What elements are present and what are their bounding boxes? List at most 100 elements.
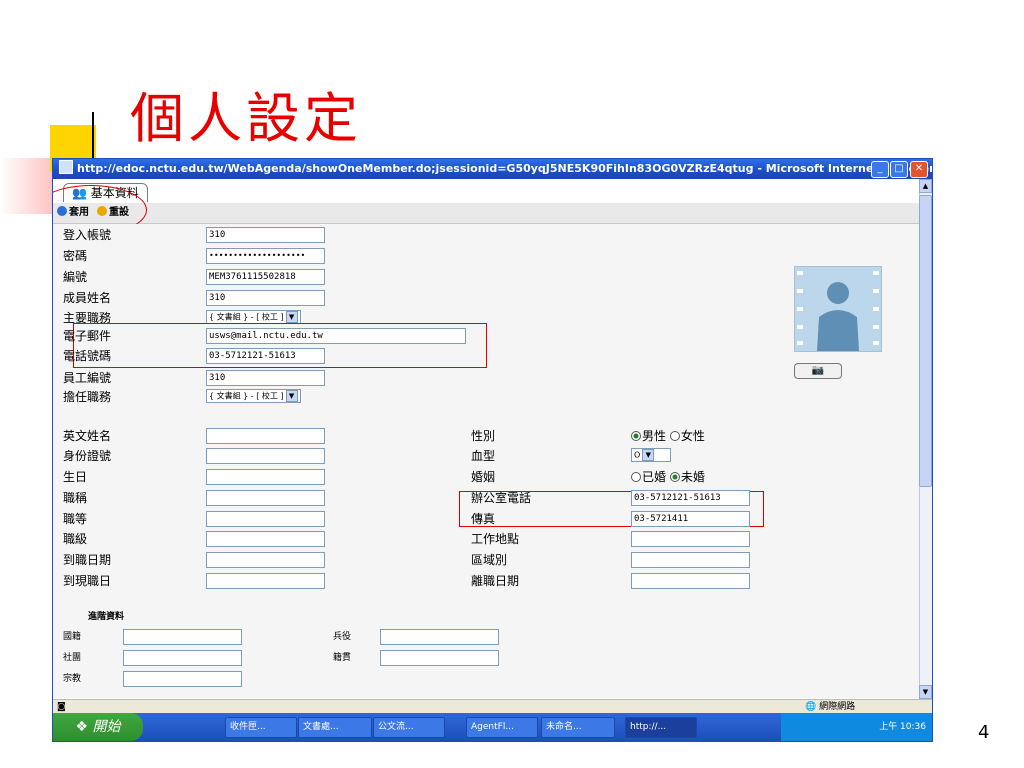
- marriage-single-radio[interactable]: [669, 472, 680, 482]
- fax-label: 傳真: [471, 512, 496, 526]
- employee-no-input[interactable]: 310: [206, 370, 325, 386]
- minimize-button[interactable]: _: [871, 161, 889, 178]
- taskbar-item[interactable]: 收件匣...: [225, 717, 297, 738]
- status-bar: ◙ 🌐 網際網路: [53, 699, 932, 714]
- hometown-input[interactable]: [380, 650, 499, 666]
- scroll-up-button[interactable]: ▲: [919, 179, 932, 193]
- title-input[interactable]: [206, 490, 325, 506]
- gender-options: 男性 女性: [631, 428, 705, 444]
- blood-type-value: O: [634, 450, 641, 460]
- work-place-input[interactable]: [631, 531, 750, 547]
- blood-type-select[interactable]: O ▼: [631, 448, 671, 462]
- gender-female-label: 女性: [680, 429, 705, 443]
- arrival-date-input[interactable]: [206, 552, 325, 568]
- employee-no-label: 員工編號: [63, 371, 112, 385]
- gender-female-radio[interactable]: [669, 431, 680, 441]
- assigned-role-label: 擔任職務: [63, 390, 112, 404]
- english-name-input[interactable]: [206, 428, 325, 444]
- scroll-up-icon: ▲: [922, 182, 929, 190]
- gender-label: 性別: [471, 429, 496, 443]
- chevron-down-icon: ▼: [642, 449, 655, 461]
- main-role-select[interactable]: { 文書組 } - [ 校工 ] ▼: [206, 310, 301, 324]
- maximize-button[interactable]: □: [890, 161, 908, 178]
- advanced-heading: 進階資料: [88, 612, 125, 622]
- maximize-icon: □: [894, 163, 904, 174]
- zone-label: 網際網路: [819, 702, 856, 712]
- toolbar: 套用 重設: [53, 203, 919, 224]
- gender-male-label: 男性: [642, 429, 667, 443]
- scroll-thumb[interactable]: [919, 195, 932, 487]
- military-label: 兵役: [333, 632, 352, 642]
- area-input[interactable]: [631, 552, 750, 568]
- system-tray: 上午 10:36: [781, 713, 932, 741]
- marriage-label: 婚姻: [471, 470, 496, 484]
- page-number: 4: [978, 722, 990, 743]
- globe-icon: 🌐: [805, 702, 817, 712]
- arrival-date-label: 到職日期: [63, 553, 112, 567]
- assigned-role-value: { 文書組 } - [ 校工 ]: [209, 391, 284, 401]
- rank-label: 職等: [63, 512, 88, 526]
- password-input[interactable]: ••••••••••••••••••••: [206, 248, 325, 264]
- community-label: 社團: [63, 653, 82, 663]
- id-number-label: 身份證號: [63, 449, 112, 463]
- gender-male-radio[interactable]: [631, 431, 641, 441]
- clock: 上午 10:36: [879, 722, 926, 732]
- military-input[interactable]: [380, 629, 499, 645]
- close-icon: ✕: [914, 163, 924, 174]
- religion-input[interactable]: [123, 671, 242, 687]
- close-button[interactable]: ✕: [910, 161, 928, 178]
- camera-icon: 📷: [811, 365, 825, 376]
- chevron-down-icon: ▼: [285, 311, 298, 323]
- account-input[interactable]: 310: [206, 227, 325, 243]
- member-name-label: 成員姓名: [63, 291, 112, 305]
- serial-label: 編號: [63, 270, 88, 284]
- english-name-label: 英文姓名: [63, 429, 112, 443]
- taskbar-item[interactable]: http://...: [625, 717, 697, 738]
- office-phone-label: 辦公室電話: [471, 491, 532, 505]
- marriage-single-label: 未婚: [680, 470, 705, 484]
- nationality-label: 國籍: [63, 632, 82, 642]
- work-place-label: 工作地點: [471, 532, 520, 546]
- area-label: 區域別: [471, 553, 508, 567]
- assigned-role-select[interactable]: { 文書組 } - [ 校工 ] ▼: [206, 389, 301, 403]
- marriage-married-label: 已婚: [642, 470, 667, 484]
- marriage-married-radio[interactable]: [631, 472, 641, 482]
- slide-title: 個人設定: [130, 87, 362, 150]
- start-button[interactable]: ❖ 開始: [53, 713, 143, 741]
- community-input[interactable]: [123, 650, 242, 666]
- windows-logo-icon: ❖: [75, 719, 89, 735]
- member-name-input[interactable]: 310: [206, 290, 325, 306]
- taskbar-item[interactable]: 文書處...: [298, 717, 372, 738]
- minimize-icon: _: [877, 163, 883, 174]
- birthday-label: 生日: [63, 470, 88, 484]
- rank-input[interactable]: [206, 511, 325, 527]
- taskbar-item[interactable]: AgentFl...: [466, 717, 538, 738]
- camera-button[interactable]: 📷: [794, 363, 842, 379]
- taskbar-item[interactable]: 公文流...: [373, 717, 445, 738]
- id-number-input[interactable]: [206, 448, 325, 464]
- chevron-down-icon: ▼: [285, 390, 298, 402]
- window-title-bar[interactable]: http://edoc.nctu.edu.tw/WebAgenda/showOn…: [53, 159, 932, 179]
- email-input[interactable]: usws@mail.nctu.edu.tw: [206, 328, 466, 344]
- current-date-input[interactable]: [206, 573, 325, 589]
- hometown-label: 籍貫: [333, 653, 352, 663]
- main-role-value: { 文書組 } - [ 校工 ]: [209, 312, 284, 322]
- password-label: 密碼: [63, 249, 88, 263]
- birthday-input[interactable]: [206, 469, 325, 485]
- nationality-input[interactable]: [123, 629, 242, 645]
- phone-input[interactable]: 03-5712121-51613: [206, 348, 325, 364]
- scroll-down-icon: ▼: [922, 688, 929, 696]
- grade-input[interactable]: [206, 531, 325, 547]
- taskbar-item[interactable]: 未命名...: [541, 717, 615, 738]
- email-label: 電子郵件: [63, 329, 112, 343]
- current-date-label: 到現職日: [63, 574, 112, 588]
- leave-date-input[interactable]: [631, 573, 750, 589]
- leave-date-label: 離職日期: [471, 574, 520, 588]
- scroll-down-button[interactable]: ▼: [919, 685, 932, 699]
- fax-input[interactable]: 03-5721411: [631, 511, 750, 527]
- zone-indicator: 🌐 網際網路: [805, 700, 855, 714]
- office-phone-input[interactable]: 03-5712121-51613: [631, 490, 750, 506]
- serial-input[interactable]: MEM3761115502818: [206, 269, 325, 285]
- tab-bar: 👥 基本資料: [53, 179, 919, 204]
- account-label: 登入帳號: [63, 228, 112, 242]
